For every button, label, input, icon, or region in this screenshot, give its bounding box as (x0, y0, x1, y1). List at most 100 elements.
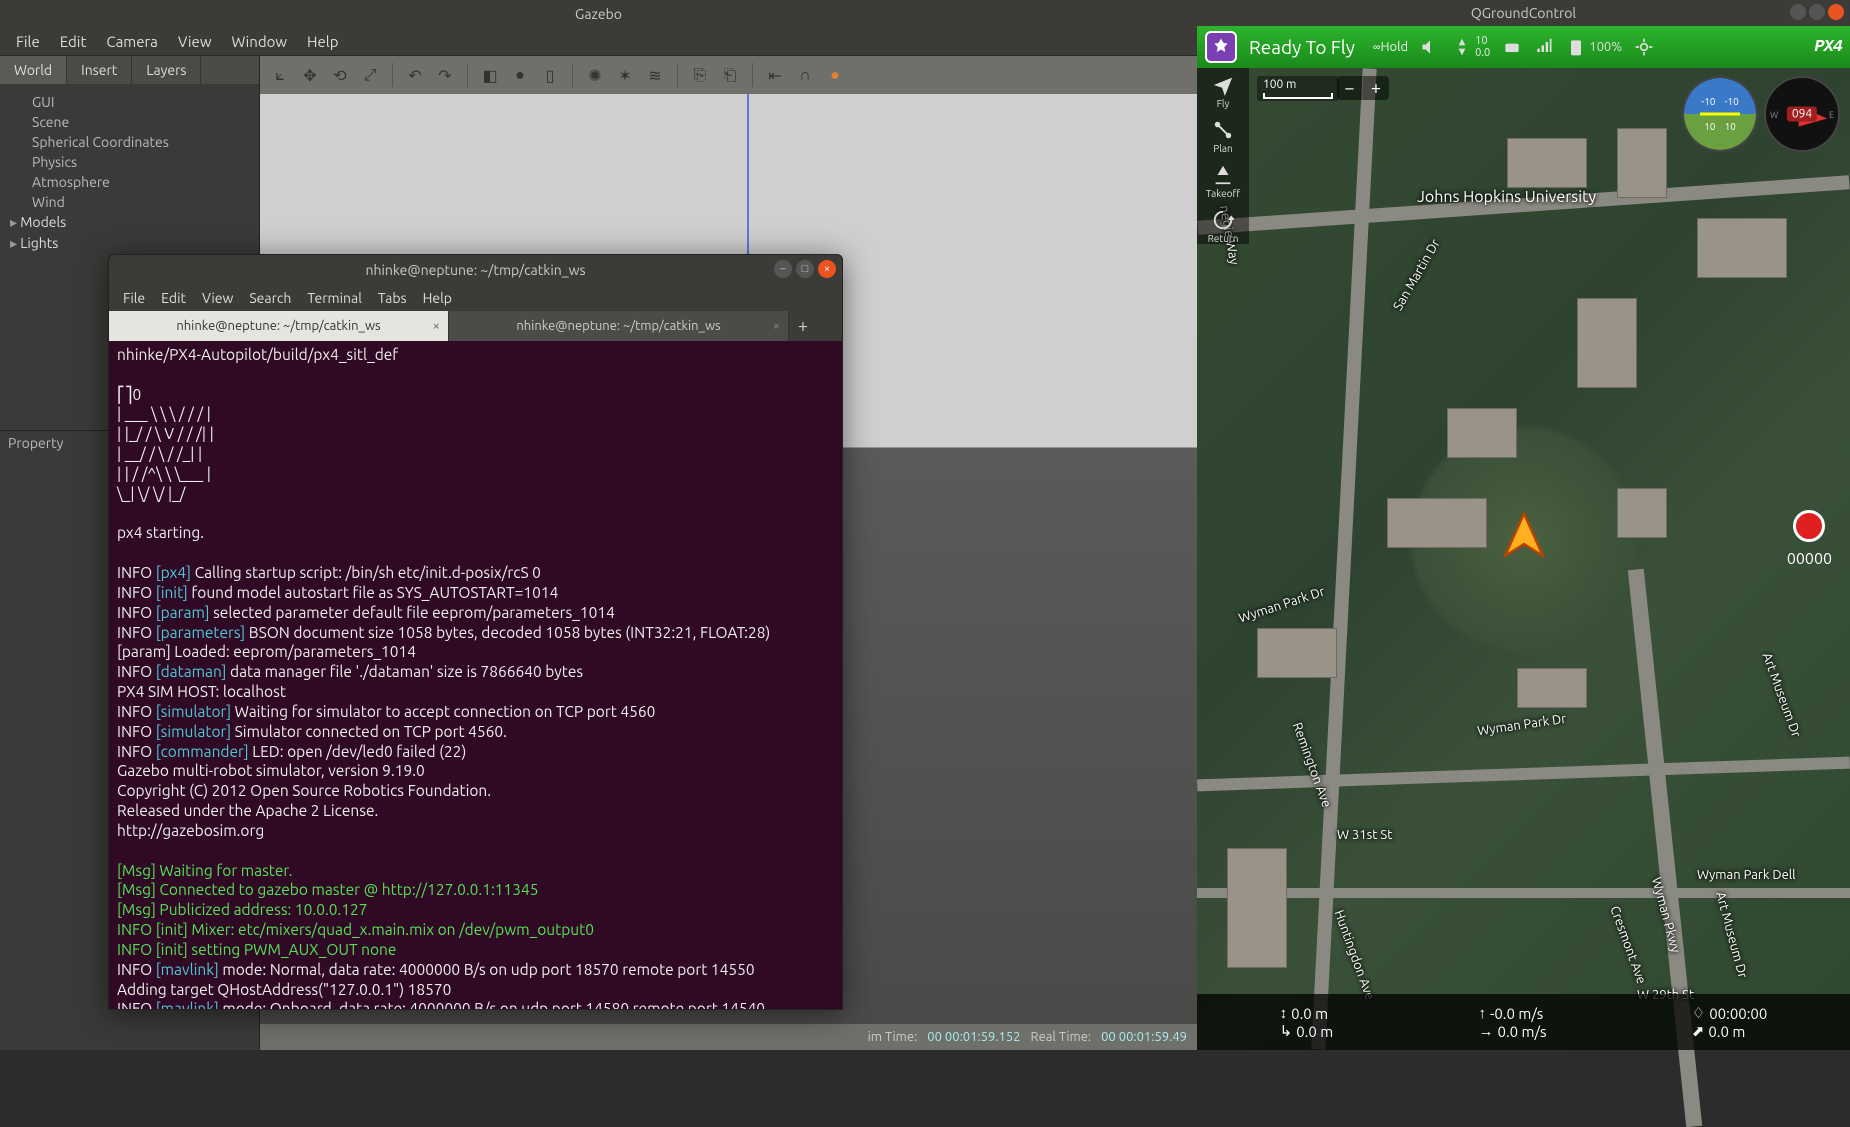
align-icon[interactable]: ⇤ (763, 63, 787, 87)
attitude-indicator[interactable]: -10 -10 10 10 (1682, 76, 1758, 152)
rotate-tool-icon[interactable]: ⟲ (328, 63, 352, 87)
rc-icon[interactable] (1502, 37, 1522, 57)
qgc-window: QGroundControl Ready To Fly ∞Hold 100.0 … (1197, 0, 1850, 1050)
maximize-icon[interactable] (1809, 4, 1825, 20)
tab-insert[interactable]: Insert (67, 56, 132, 84)
light-point-icon[interactable]: ✺ (583, 63, 607, 87)
vehicle-position-icon (1496, 509, 1552, 569)
qgc-side-toolbar: Fly Plan Takeoff Return (1197, 68, 1249, 244)
tree-item[interactable]: Atmosphere (10, 172, 249, 192)
close-icon[interactable]: × (818, 260, 836, 278)
signal-icon[interactable] (1534, 37, 1554, 57)
scale-tool-icon[interactable]: ⤢ (358, 63, 382, 87)
battery-icon[interactable]: 100% (1566, 37, 1622, 57)
snap-icon[interactable]: ∩ (793, 63, 817, 87)
menu-item[interactable]: Camera (96, 29, 168, 54)
qgc-title: QGroundControl (1471, 5, 1576, 21)
qgc-map[interactable]: Johns Hopkins University Wyman Park Dr W… (1197, 68, 1850, 1050)
return-button[interactable]: Return (1208, 209, 1239, 244)
zoom-out-button[interactable]: − (1337, 76, 1363, 100)
gazebo-title-bar: Gazebo (0, 0, 1197, 28)
tree-item[interactable]: Lights (10, 233, 249, 254)
translate-tool-icon[interactable]: ✥ (298, 63, 322, 87)
terminal-tab[interactable]: nhinke@neptune: ~/tmp/catkin_ws× (449, 311, 789, 341)
close-icon[interactable] (1828, 4, 1844, 20)
compass-indicator[interactable]: W E 094 (1764, 76, 1840, 152)
box-icon[interactable]: ◧ (478, 63, 502, 87)
qgc-toolbar: Ready To Fly ∞Hold 100.0 100% PX4 (1197, 26, 1850, 68)
menu-item[interactable]: Terminal (299, 287, 370, 309)
terminal-tab[interactable]: nhinke@neptune: ~/tmp/catkin_ws× (109, 311, 449, 341)
gazebo-menu-bar: File Edit Camera View Window Help (0, 28, 1197, 56)
locate-icon[interactable] (1634, 37, 1654, 57)
undo-icon[interactable]: ↶ (403, 63, 427, 87)
map-scale: 100 m (1257, 76, 1339, 101)
flight-mode[interactable]: ∞Hold (1373, 40, 1408, 54)
terminal-title-bar: nhinke@neptune: ~/tmp/catkin_ws − □ × (109, 255, 842, 285)
tree-item[interactable]: Spherical Coordinates (10, 132, 249, 152)
terminal-menu-bar: File Edit View Search Terminal Tabs Help (109, 285, 842, 311)
sim-time-value: 00 00:01:59.152 (927, 1030, 1020, 1044)
speaker-icon[interactable] (1420, 37, 1440, 57)
cylinder-icon[interactable]: ▯ (538, 63, 562, 87)
vertical-speed: ↑-0.0 m/s (1479, 1004, 1547, 1022)
redo-icon[interactable]: ↷ (433, 63, 457, 87)
gps-icon[interactable]: 100.0 (1452, 35, 1490, 59)
terminal-output[interactable]: nhinke/PX4-Autopilot/build/px4_sitl_def … (109, 341, 842, 1009)
copy-icon[interactable]: ⎘ (688, 63, 712, 87)
light-dir-icon[interactable]: ≋ (643, 63, 667, 87)
menu-item[interactable]: Edit (153, 287, 194, 309)
menu-item[interactable]: File (115, 287, 153, 309)
qgc-logo-icon[interactable] (1205, 31, 1237, 63)
light-spot-icon[interactable]: ✶ (613, 63, 637, 87)
tree-item[interactable]: Scene (10, 112, 249, 132)
menu-item[interactable]: Edit (50, 29, 97, 54)
tab-layers[interactable]: Layers (132, 56, 201, 84)
tree-item[interactable]: Wind (10, 192, 249, 212)
flight-time: ♢00:00:00 (1692, 1004, 1768, 1022)
alt-abs: ↳0.0 m (1280, 1022, 1334, 1040)
record-button[interactable] (1793, 510, 1825, 542)
sphere-icon[interactable]: ● (508, 63, 532, 87)
menu-item[interactable]: Help (297, 29, 348, 54)
record-counter: 00000 (1787, 550, 1832, 568)
record-control: 00000 (1787, 510, 1832, 568)
menu-item[interactable]: Search (241, 287, 299, 309)
menu-item[interactable]: Window (221, 29, 297, 54)
real-time-value: 00 00:01:59.49 (1101, 1030, 1187, 1044)
menu-item[interactable]: Tabs (370, 287, 415, 309)
minimize-icon[interactable]: − (774, 260, 792, 278)
px4-logo: PX4 (1814, 38, 1842, 57)
flight-status[interactable]: Ready To Fly (1249, 36, 1355, 58)
flight-instruments: -10 -10 10 10 W E 094 (1682, 76, 1840, 152)
new-tab-button[interactable]: + (789, 311, 817, 341)
takeoff-button[interactable]: Takeoff (1206, 164, 1240, 199)
fly-button[interactable]: Fly (1212, 74, 1234, 109)
tree-item[interactable]: GUI (10, 92, 249, 112)
record-icon[interactable]: ● (823, 63, 847, 87)
tab-close-icon[interactable]: × (433, 319, 440, 333)
tree-item[interactable]: Physics (10, 152, 249, 172)
plan-button[interactable]: Plan (1212, 119, 1234, 154)
menu-item[interactable]: View (168, 29, 222, 54)
tree-item[interactable]: Models (10, 212, 249, 233)
menu-item[interactable]: Help (415, 287, 460, 309)
real-time-label: Real Time: (1031, 1030, 1092, 1044)
maximize-icon[interactable]: □ (796, 260, 814, 278)
ground-speed: →0.0 m/s (1479, 1022, 1547, 1040)
map-label: W 31st St (1337, 828, 1392, 842)
map-label: Johns Hopkins University (1417, 188, 1596, 206)
menu-item[interactable]: File (6, 29, 50, 54)
select-tool-icon[interactable]: ⟀ (268, 63, 292, 87)
minimize-icon[interactable] (1790, 4, 1806, 20)
gazebo-status-bar: im Time: 00 00:01:59.152 Real Time: 00 0… (260, 1024, 1197, 1050)
zoom-control: − + (1337, 76, 1389, 100)
zoom-in-button[interactable]: + (1363, 76, 1389, 100)
menu-item[interactable]: View (194, 287, 241, 309)
tab-close-icon[interactable]: × (773, 319, 780, 333)
terminal-window: nhinke@neptune: ~/tmp/catkin_ws − □ × Fi… (108, 254, 843, 1010)
paste-icon[interactable]: ⎗ (718, 63, 742, 87)
tab-world[interactable]: World (0, 56, 67, 84)
gazebo-toolbar: ⟀ ✥ ⟲ ⤢ ↶ ↷ ◧ ● ▯ ✺ ✶ ≋ ⎘ ⎗ ⇤ ∩ (260, 56, 1197, 94)
map-label: Wyman Park Dell (1697, 868, 1796, 882)
